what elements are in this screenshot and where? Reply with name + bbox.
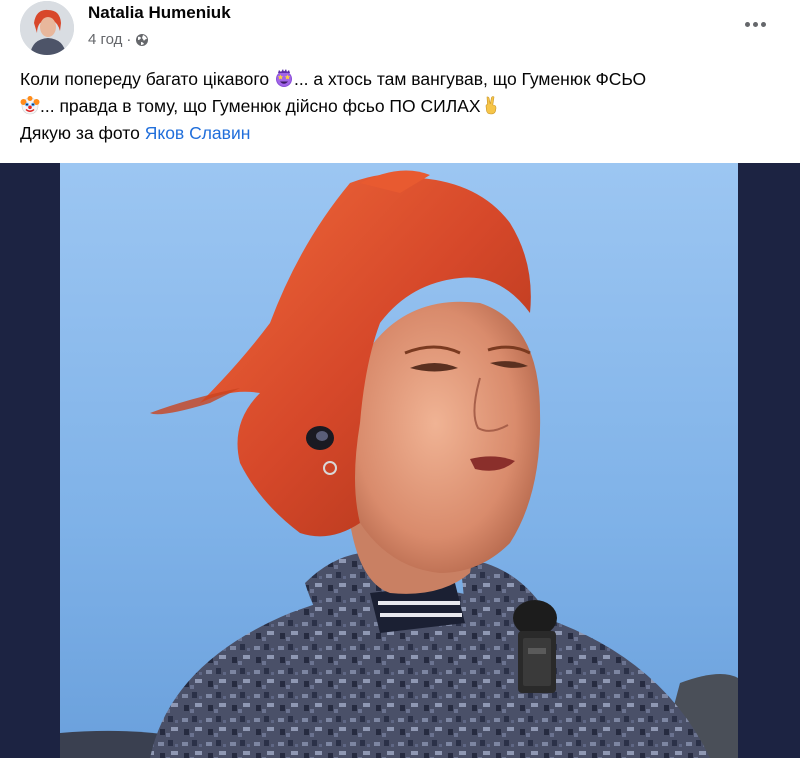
dot-icon [752, 21, 758, 27]
victory-hand-emoji-icon [481, 95, 501, 115]
post-meta: 4 год · [88, 31, 149, 48]
post-header: Natalia Humeniuk 4 год · [0, 0, 800, 60]
post-timestamp[interactable]: 4 год [88, 31, 122, 48]
author-avatar[interactable] [20, 1, 74, 55]
post-text-part4: Дякую за фото [20, 123, 145, 143]
dot-icon [744, 21, 750, 27]
post-photo[interactable] [60, 163, 738, 758]
post-photo-frame [0, 163, 800, 758]
clown-face-emoji-icon [20, 95, 40, 115]
dot-icon [760, 21, 766, 27]
photo-credit-link[interactable]: Яков Славин [145, 123, 251, 143]
globe-icon[interactable] [135, 33, 149, 47]
meta-separator: · [126, 31, 132, 48]
post-text-part1: Коли попереду багато цікавого [20, 69, 274, 89]
post-text-part3: ... правда в тому, що Гуменюк дійсно фсь… [40, 96, 481, 116]
post-author-name[interactable]: Natalia Humeniuk [88, 3, 231, 23]
post-text-part2: ... а хтось там вангував, що Гуменюк ФСЬ… [293, 69, 647, 89]
star-struck-emoji-icon [274, 68, 294, 88]
more-options-button[interactable] [738, 10, 772, 38]
post-text: Коли попереду багато цікавого ... а хтос… [20, 66, 790, 147]
